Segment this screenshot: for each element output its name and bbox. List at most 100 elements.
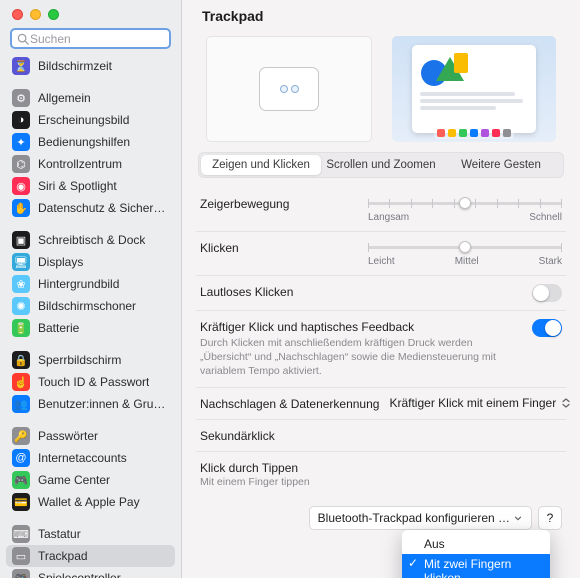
- sidebar-item-icon: ⌨: [12, 525, 30, 543]
- sidebar-item[interactable]: ▭ Trackpad: [6, 545, 175, 567]
- sidebar-item[interactable]: 🔋 Batterie: [6, 317, 175, 339]
- silent-click-label: Lautloses Klicken: [200, 284, 368, 299]
- sidebar-item[interactable]: ⚙ Allgemein: [6, 87, 175, 109]
- row-tracking-speed: Zeigerbewegung LangsamSchnell: [196, 188, 566, 231]
- sidebar-item[interactable]: ✦ Bedienungshilfen: [6, 131, 175, 153]
- tab-button[interactable]: Scrollen und Zoomen: [321, 155, 441, 175]
- silent-click-toggle[interactable]: [532, 284, 562, 302]
- search-input[interactable]: [30, 32, 185, 46]
- search-icon: [16, 32, 30, 46]
- lookup-select[interactable]: Kräftiger Klick mit einem Finger: [389, 396, 572, 410]
- sidebar-item-label: Kontrollzentrum: [38, 157, 122, 171]
- sidebar-item-label: Spielecontroller: [38, 571, 121, 578]
- tap-to-click-label: Klick durch Tippen: [200, 461, 368, 475]
- tracking-speed-slider[interactable]: [368, 196, 562, 210]
- sidebar-item-icon: 🎮: [12, 471, 30, 489]
- minimize-button[interactable]: [30, 9, 41, 20]
- help-button[interactable]: ?: [538, 506, 562, 530]
- sidebar-item-label: Bedienungshilfen: [38, 135, 130, 149]
- sidebar-item-label: Bildschirmschoner: [38, 299, 136, 313]
- row-click-strength: Klicken LeichtMittelStark: [196, 231, 566, 275]
- sidebar-item-label: Batterie: [38, 321, 79, 335]
- sidebar-item[interactable]: ❀ Hintergrundbild: [6, 273, 175, 295]
- sidebar-item[interactable]: ⌬ Kontrollzentrum: [6, 153, 175, 175]
- sidebar-item-icon: @: [12, 449, 30, 467]
- sidebar-item-label: Passwörter: [38, 429, 98, 443]
- sidebar-item-icon: 💳: [12, 493, 30, 511]
- preview-row: [196, 30, 566, 152]
- sidebar-item-icon: ⚙: [12, 89, 30, 107]
- sidebar-item-label: Hintergrundbild: [38, 277, 119, 291]
- sidebar-item[interactable]: 🎮Spielecontroller: [6, 567, 175, 578]
- sidebar-item-icon: 🔋: [12, 319, 30, 337]
- close-button[interactable]: [12, 9, 23, 20]
- sidebar-item[interactable]: 👥 Benutzer:innen & Gruppen: [6, 393, 175, 415]
- sidebar-item-icon: ✺: [12, 297, 30, 315]
- search-field[interactable]: [10, 28, 171, 49]
- sidebar-item-icon: ❀: [12, 275, 30, 293]
- sidebar-item-label: Allgemein: [38, 91, 91, 105]
- secondary-click-label: Sekundärklick: [200, 428, 368, 443]
- sidebar-item-label: Wallet & Apple Pay: [38, 495, 140, 509]
- tap-to-click-sub: Mit einem Finger tippen: [200, 476, 368, 488]
- sidebar-item-label: Siri & Spotlight: [38, 179, 117, 193]
- sidebar-item-label: Sperrbildschirm: [38, 353, 121, 367]
- sidebar-item-icon: ▭: [12, 547, 30, 565]
- row-silent-click: Lautloses Klicken: [196, 275, 566, 310]
- sidebar-item[interactable]: @ Internetaccounts: [6, 447, 175, 469]
- desktop-preview: [392, 36, 556, 142]
- row-tap-to-click: Klick durch Tippen Mit einem Finger tipp…: [196, 451, 566, 496]
- sidebar-item[interactable]: ⌨Tastatur: [6, 523, 175, 545]
- sidebar-item-icon: 🔒: [12, 351, 30, 369]
- trackpad-illustration: [206, 36, 372, 142]
- tab-bar: Zeigen und KlickenScrollen und ZoomenWei…: [198, 152, 564, 178]
- chevron-down-icon: [513, 513, 523, 523]
- sidebar-item[interactable]: 💳 Wallet & Apple Pay: [6, 491, 175, 513]
- row-force-click: Kräftiger Klick und haptisches Feedback …: [196, 310, 566, 387]
- sidebar-item-label: Game Center: [38, 473, 110, 487]
- window-controls: [0, 0, 181, 26]
- tab-button[interactable]: Zeigen und Klicken: [201, 155, 321, 175]
- sidebar-item-icon: ⏳: [12, 57, 30, 75]
- secondary-click-option[interactable]: Mit zwei Fingern klicken: [402, 554, 550, 578]
- sidebar-item[interactable]: ▣Schreibtisch & Dock: [6, 229, 175, 251]
- tab-button[interactable]: Weitere Gesten: [441, 155, 561, 175]
- sidebar-item-label: Datenschutz & Sicherheit: [38, 201, 169, 215]
- sidebar-item[interactable]: ☝Touch ID & Passwort: [6, 371, 175, 393]
- sidebar-item-label: Internetaccounts: [38, 451, 127, 465]
- force-click-toggle[interactable]: [532, 319, 562, 337]
- sidebar-item-icon: ⌬: [12, 155, 30, 173]
- sidebar-item[interactable]: ✺ Bildschirmschoner: [6, 295, 175, 317]
- sidebar-item-label: Erscheinungsbild: [38, 113, 129, 127]
- sidebar-item-icon: ◑: [12, 111, 30, 129]
- click-strength-label: Klicken: [200, 240, 368, 255]
- sidebar-item[interactable]: 🖥 Displays: [6, 251, 175, 273]
- sidebar-item[interactable]: ◉Siri & Spotlight: [6, 175, 175, 197]
- sidebar: ⏳ Bildschirmzeit ⚙ Allgemein ◑ Erscheinungsbi…: [0, 0, 182, 578]
- sidebar-item-label: Bildschirmzeit: [38, 59, 112, 73]
- sidebar-item-label: Displays: [38, 255, 83, 269]
- force-click-description: Durch Klicken mit anschließendem kräftig…: [200, 336, 510, 379]
- settings-rows: Zeigerbewegung LangsamSchnell Klicken: [196, 186, 566, 496]
- sidebar-item-icon: 👥: [12, 395, 30, 413]
- sidebar-item[interactable]: ✋Datenschutz & Sicherheit: [6, 197, 175, 219]
- configure-bluetooth-trackpad-button[interactable]: Bluetooth-Trackpad konfigurieren …: [309, 506, 532, 530]
- sidebar-item-icon: 🖥: [12, 253, 30, 271]
- sidebar-item-label: Trackpad: [38, 549, 88, 563]
- row-secondary-click: Sekundärklick: [196, 419, 566, 451]
- main-pane: Trackpad: [182, 0, 580, 578]
- sidebar-item-icon: ✦: [12, 133, 30, 151]
- sidebar-item[interactable]: 🎮 Game Center: [6, 469, 175, 491]
- sidebar-list: ⏳ Bildschirmzeit ⚙ Allgemein ◑ Erscheinungsbi…: [0, 55, 181, 578]
- sidebar-item[interactable]: ⏳ Bildschirmzeit: [6, 55, 175, 77]
- sidebar-item-label: Benutzer:innen & Gruppen: [38, 397, 169, 411]
- tracking-speed-label: Zeigerbewegung: [200, 196, 368, 211]
- fullscreen-button[interactable]: [48, 9, 59, 20]
- sidebar-item[interactable]: 🔑 Passwörter: [6, 425, 175, 447]
- sidebar-item[interactable]: ◑ Erscheinungsbild: [6, 109, 175, 131]
- secondary-click-option[interactable]: Aus: [402, 534, 550, 554]
- sidebar-item[interactable]: 🔒 Sperrbildschirm: [6, 349, 175, 371]
- click-strength-slider[interactable]: [368, 240, 562, 254]
- sidebar-item-label: Touch ID & Passwort: [38, 375, 149, 389]
- sidebar-item-icon: 🔑: [12, 427, 30, 445]
